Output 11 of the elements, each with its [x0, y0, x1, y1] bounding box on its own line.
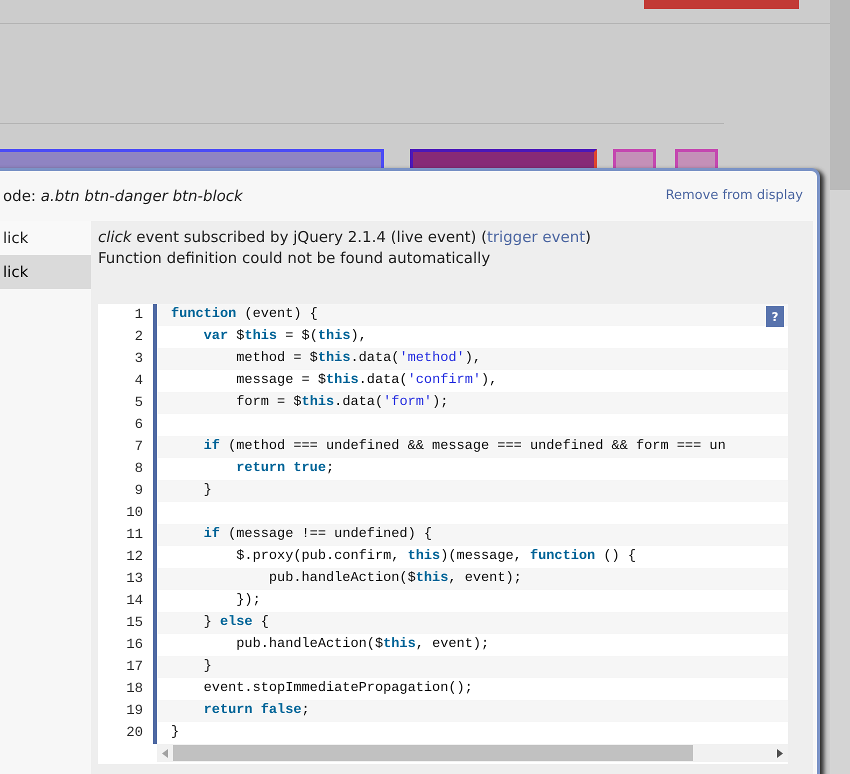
scrollbar[interactable] — [830, 0, 850, 774]
left-arrow-icon — [162, 748, 168, 758]
event-list-item[interactable]: lick — [0, 255, 91, 289]
horizontal-scrollbar[interactable] — [157, 744, 788, 762]
event-note: Function definition could not be found automatically — [98, 248, 492, 269]
right-arrow-icon — [777, 748, 783, 758]
node-label: ode: a.btn btn-danger btn-block — [3, 186, 243, 207]
event-description: click event subscribed by jQuery 2.1.4 (live event) (trigger event) — [98, 227, 592, 248]
help-button[interactable]: ? — [766, 306, 784, 327]
remove-link[interactable]: Remove from display — [666, 186, 803, 206]
trigger-link[interactable]: trigger event — [486, 228, 586, 246]
